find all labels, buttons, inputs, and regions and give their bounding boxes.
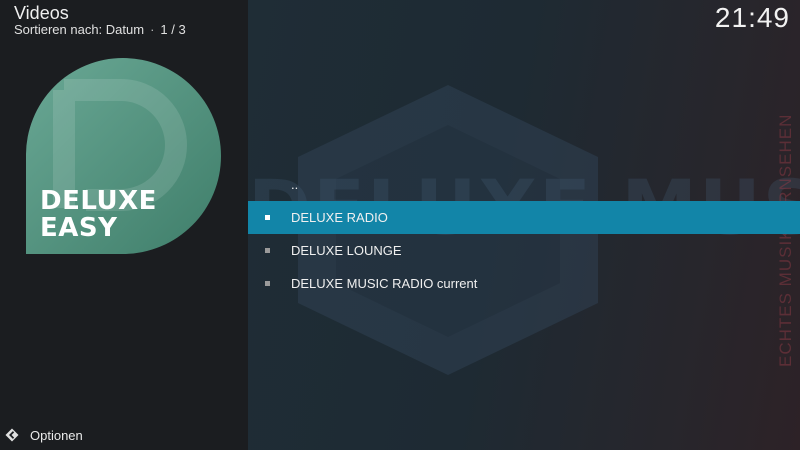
options-label: Optionen (30, 427, 83, 443)
bullet-icon (265, 281, 270, 286)
options-arrow-icon (5, 428, 19, 442)
options-button[interactable]: Optionen (5, 425, 83, 445)
list-item-deluxe-music-radio-current[interactable]: DELUXE MUSIC RADIO current (248, 267, 800, 300)
list-item-deluxe-lounge[interactable]: DELUXE LOUNGE (248, 234, 800, 267)
list-item-label: .. (291, 177, 299, 192)
thumbnail-text: DELUXE EASY (40, 188, 157, 242)
thumbnail-line2: EASY (40, 213, 118, 243)
list-item-label: DELUXE MUSIC RADIO current (291, 276, 478, 291)
file-list: .. DELUXE RADIO DELUXE LOUNGE DELUXE MUS… (248, 168, 800, 300)
list-item-label: DELUXE LOUNGE (291, 243, 402, 258)
sort-label: Sortieren nach: Datum (14, 22, 145, 37)
thumbnail-line1: DELUXE (40, 186, 157, 216)
kodi-video-window: DELUXE MUSIC HD ECHTES MUSIKFERNSEHEN Vi… (0, 0, 800, 450)
clock: 21:49 (714, 2, 790, 33)
page-indicator: 1 / 3 (160, 22, 186, 37)
list-item-parent[interactable]: .. (248, 168, 800, 201)
list-item-label: DELUXE RADIO (291, 210, 388, 225)
bullet-icon (265, 215, 270, 220)
sort-info: Sortieren nach: Datum · 1 / 3 (14, 22, 186, 37)
thumbnail: DELUXE EASY (26, 58, 221, 254)
window-title: Videos (14, 3, 69, 23)
bullet-icon (265, 248, 270, 253)
separator: · (150, 22, 155, 37)
list-item-deluxe-radio[interactable]: DELUXE RADIO (248, 201, 800, 234)
